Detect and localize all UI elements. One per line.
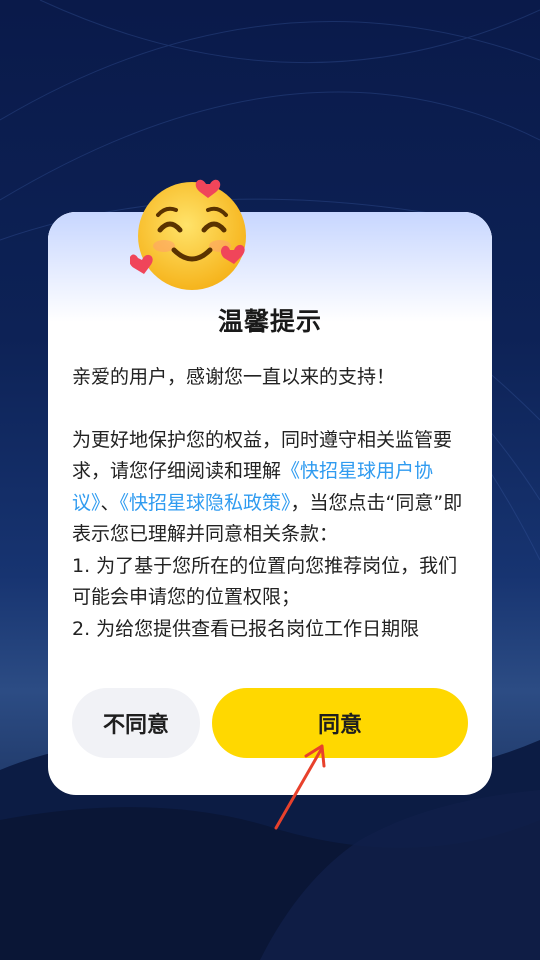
dialog-content: 亲爱的用户，感谢您一直以来的支持！ 为更好地保护您的权益，同时遵守相关监管要求，… xyxy=(72,362,468,650)
dialog-title: 温馨提示 xyxy=(217,307,322,336)
agree-button[interactable]: 同意 xyxy=(212,688,468,758)
separator-text: 、 xyxy=(100,491,120,514)
greeting-text: 亲爱的用户，感谢您一直以来的支持！ xyxy=(72,366,396,388)
smiling-face-with-hearts-icon xyxy=(130,179,246,290)
privacy-dialog: 温馨提示 亲爱的用户，感谢您一直以来的支持！ 为更好地保护您的权益，同时遵守相关… xyxy=(48,212,492,795)
list-item-job-dates: 2. 为给您提供查看已报名岗位工作日期限 xyxy=(72,617,420,640)
privacy-paragraph: 为更好地保护您的权益，同时遵守相关监管要求，请您仔细阅读和理解《快招星球用户协议… xyxy=(72,425,468,551)
list-item-location: 1. 为了基于您所在的位置向您推荐岗位，我们可能会申请您的位置权限； xyxy=(72,554,458,609)
app-screen: 温馨提示 亲爱的用户，感谢您一直以来的支持！ 为更好地保护您的权益，同时遵守相关… xyxy=(0,0,540,960)
annotation-arrow-icon xyxy=(274,744,326,830)
disagree-button[interactable]: 不同意 xyxy=(72,688,200,758)
privacy-policy-link[interactable]: 《快招星球隐私政策》 xyxy=(120,492,291,514)
